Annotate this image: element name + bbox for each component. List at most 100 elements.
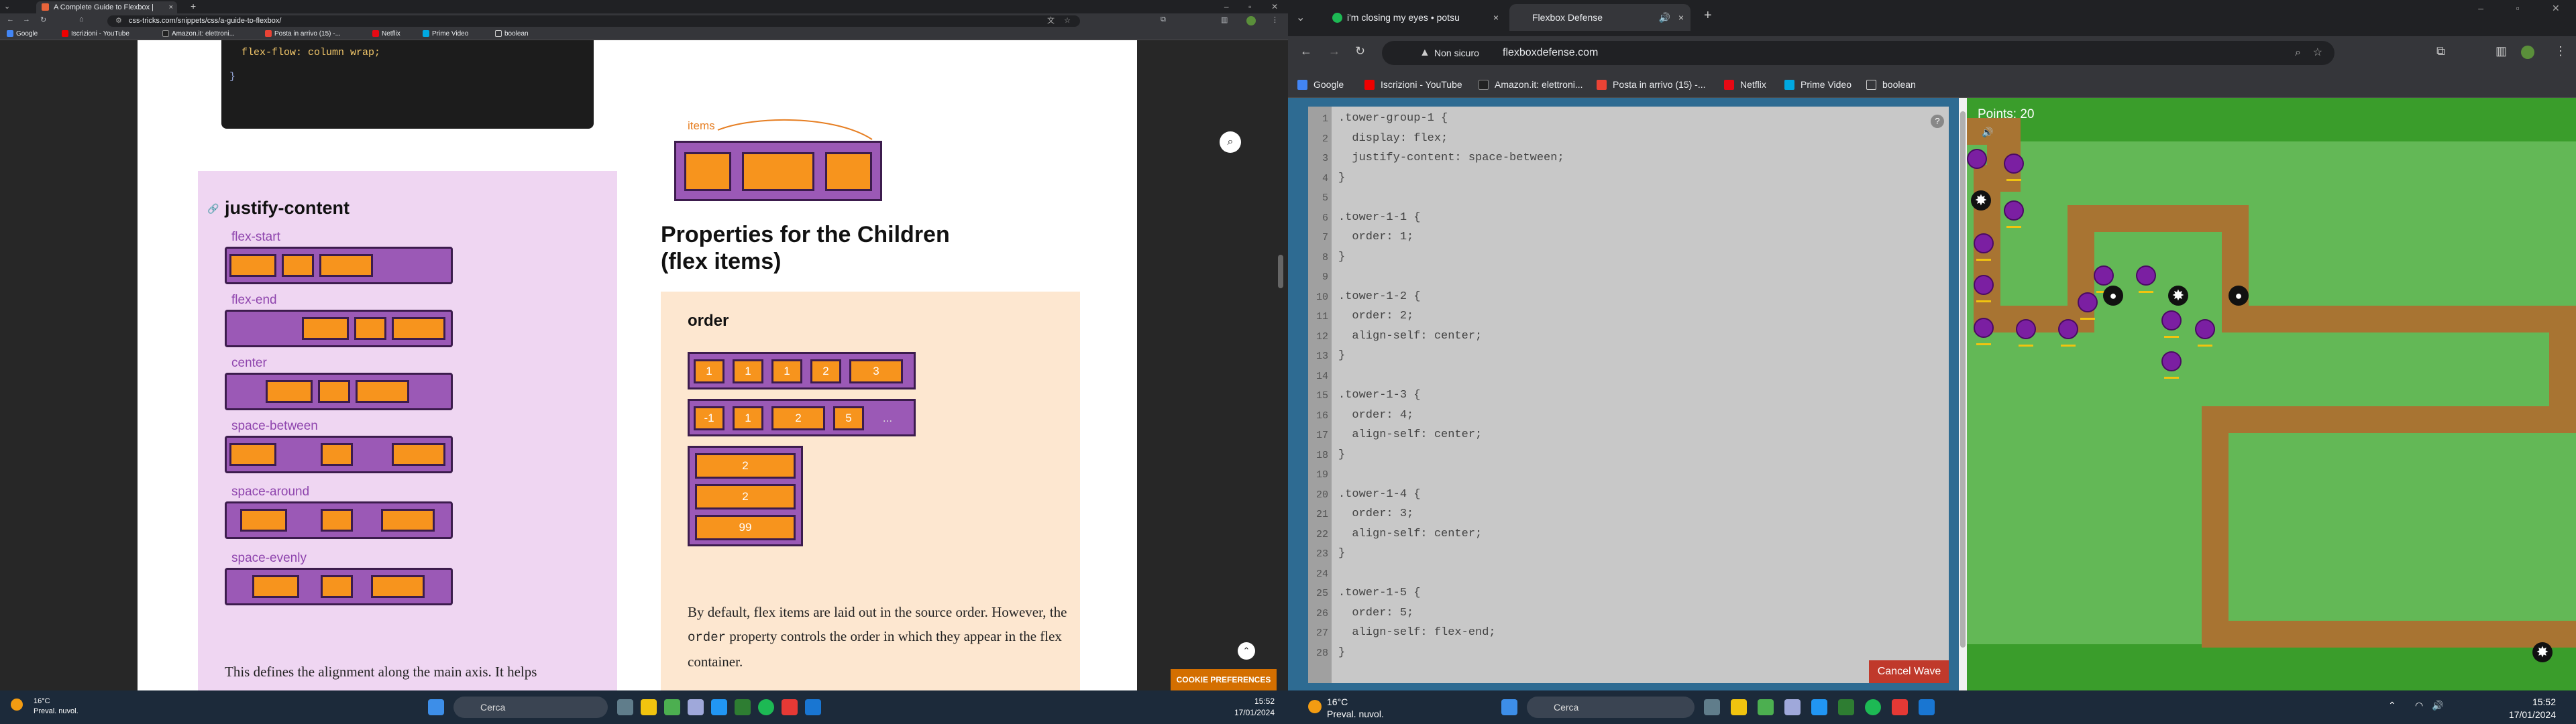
bookmark-star-icon[interactable]: ☆ [2313,41,2322,65]
code-line[interactable]: .tower-1-4 { [1338,488,1420,501]
app-icon[interactable] [1919,699,1935,715]
reload-icon[interactable]: ↻ [1355,44,1365,58]
code-line[interactable]: } [1338,547,1345,560]
back-icon[interactable]: ← [7,15,14,23]
bookmark-star-icon[interactable]: ☆ [1064,15,1071,27]
bookmark-boolean[interactable]: boolean [1866,78,1916,91]
code-line[interactable]: .tower-1-3 { [1338,389,1420,402]
code-line[interactable]: order: 4; [1338,409,1413,422]
code-line[interactable]: } [1338,646,1345,659]
tab-list-icon[interactable]: ⌄ [1296,11,1305,24]
sidebar-icon[interactable]: ▥ [2496,44,2507,58]
maximize-icon[interactable]: ▫ [2516,0,2520,36]
file-explorer-icon[interactable] [641,699,657,715]
back-icon[interactable]: ← [1300,44,1312,58]
tab-close-icon[interactable]: × [1493,4,1499,31]
minimize-icon[interactable]: – [1224,0,1229,13]
profile-avatar[interactable] [2521,46,2534,59]
search-icon[interactable]: ⌕ [1220,131,1241,153]
address-field[interactable]: ⚙ css-tricks.com/snippets/css/a-guide-to… [107,15,1080,27]
xbox-icon[interactable] [735,699,751,715]
code-line[interactable]: display: flex; [1338,132,1448,145]
bookmark-google[interactable]: Google [7,29,38,39]
address-field[interactable]: ▲ Non sicuro flexboxdefense.com ⌕ ☆ [1382,41,2334,65]
help-icon[interactable]: ? [1931,115,1944,128]
bookmark-prime[interactable]: Prime Video [423,29,468,39]
windows-start-icon[interactable] [428,699,444,715]
bookmark-amazon[interactable]: Amazon.it: elettroni... [162,29,235,39]
bookmark-netflix[interactable]: Netflix [372,29,400,39]
code-line[interactable]: .tower-group-1 { [1338,112,1448,125]
tab-list-icon[interactable]: ⌄ [4,2,10,11]
forward-icon[interactable]: → [1328,44,1340,58]
bookmark-prime[interactable]: Prime Video [1784,78,1851,91]
tab-flexbox-defense[interactable]: Flexbox Defense 🔊 × [1509,4,1690,31]
spotify-icon[interactable] [1865,699,1881,715]
app-icon[interactable] [1784,699,1801,715]
code-line[interactable]: .tower-1-1 { [1338,211,1420,224]
task-view-icon[interactable] [1704,699,1720,715]
security-label[interactable]: Non sicuro [1434,41,1479,65]
tab-css-tricks[interactable]: A Complete Guide to Flexbox | × [36,1,177,13]
chrome-icon[interactable] [664,699,680,715]
code-line[interactable]: order: 1; [1338,231,1413,243]
extensions-icon[interactable]: ⧉ [2436,44,2445,58]
task-view-icon[interactable] [617,699,633,715]
sound-icon[interactable]: 🔊 [1982,127,1993,138]
clock[interactable]: 15:52 17/01/2024 [2496,696,2556,721]
bookmark-netflix[interactable]: Netflix [1724,78,1766,91]
file-explorer-icon[interactable] [1731,699,1747,715]
menu-icon[interactable]: ⋮ [1271,15,1279,24]
tab-close-icon[interactable]: × [1678,4,1684,31]
close-window-icon[interactable]: ✕ [2552,0,2560,36]
page-scrollbar[interactable] [1278,255,1283,288]
windows-start-icon[interactable] [1501,699,1517,715]
volume-icon[interactable]: 🔊 [2432,700,2443,711]
bookmark-gmail[interactable]: Posta in arrivo (15) -... [265,29,341,39]
spotify-icon[interactable] [758,699,774,715]
new-tab-icon[interactable]: + [1704,8,1712,23]
bookmark-boolean[interactable]: boolean [495,29,529,39]
code-line[interactable]: align-self: center; [1338,330,1482,343]
tray-chevron-icon[interactable]: ⌃ [2388,700,2396,711]
code-line[interactable]: .tower-1-2 { [1338,290,1420,303]
css-editor[interactable]: 1 2 3 4 5 6 7 8 9 10 11 12 13 14 15 16 17 18 19 20 21 22 23 24 2… [1308,107,1949,683]
app-icon[interactable] [805,699,821,715]
xbox-icon[interactable] [1838,699,1854,715]
code-line[interactable]: } [1338,172,1345,184]
chrome-icon[interactable] [1758,699,1774,715]
back-to-top-icon[interactable]: ⌃ [1238,642,1255,660]
vscode-icon[interactable] [1811,699,1827,715]
code-line[interactable]: order: 3; [1338,507,1413,520]
code-line[interactable]: align-self: flex-end; [1338,626,1495,639]
code-line[interactable]: } [1338,251,1345,263]
bookmark-amazon[interactable]: Amazon.it: elettroni... [1479,78,1583,91]
app-icon[interactable] [782,699,798,715]
translate-icon[interactable]: 文 [1047,15,1055,27]
maximize-icon[interactable]: ▫ [1248,0,1251,13]
extensions-icon[interactable]: ⧉ [1161,15,1166,24]
taskbar-search[interactable]: Cerca [453,697,608,718]
code-line[interactable]: order: 5; [1338,607,1413,619]
vscode-icon[interactable] [711,699,727,715]
code-line[interactable]: order: 2; [1338,310,1413,322]
scrollbar-thumb[interactable] [1960,111,1966,648]
minimize-icon[interactable]: – [2478,0,2483,36]
profile-avatar[interactable] [1246,16,1256,25]
forward-icon[interactable]: → [23,15,30,23]
site-info-icon[interactable]: ⚙ [115,15,122,27]
bookmark-youtube[interactable]: Iscrizioni - YouTube [62,29,129,39]
close-window-icon[interactable]: ✕ [1271,0,1278,13]
code-line[interactable]: justify-content: space-between; [1338,152,1564,164]
audio-icon[interactable]: 🔊 [1659,4,1670,31]
new-tab-icon[interactable]: + [191,1,196,11]
app-icon[interactable] [1892,699,1908,715]
code-line[interactable]: align-self: center; [1338,528,1482,540]
code-line[interactable]: } [1338,349,1345,362]
sidebar-icon[interactable]: ▥ [1221,15,1228,24]
bookmark-youtube[interactable]: Iscrizioni - YouTube [1364,78,1462,91]
app-icon[interactable] [688,699,704,715]
taskbar-search[interactable]: Cerca [1527,697,1695,718]
clock[interactable]: 15:52 17/01/2024 [1221,696,1275,719]
code-line[interactable]: } [1338,448,1345,461]
